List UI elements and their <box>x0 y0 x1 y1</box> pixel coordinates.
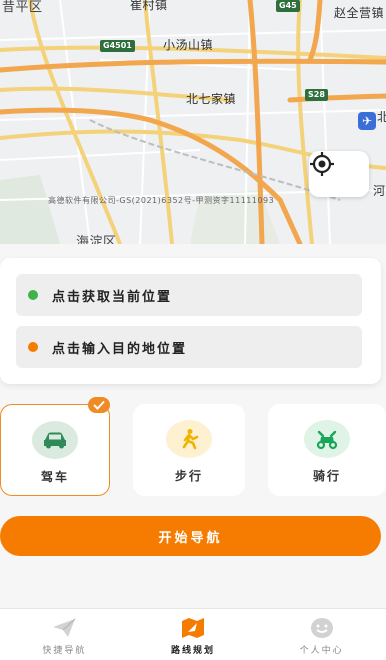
route-map-icon <box>180 617 206 639</box>
tab-route-planning[interactable]: 路线规划 <box>129 609 258 660</box>
current-location-field[interactable]: 点击获取当前位置 <box>16 274 362 316</box>
map-label-town: 北七家镇 <box>186 92 237 106</box>
map-label-district: 海淀区 <box>76 235 117 244</box>
map-label-town: 崔村镇 <box>130 0 168 12</box>
airplane-icon: ✈ <box>358 112 376 130</box>
mode-cycle-label: 骑行 <box>312 469 341 483</box>
locate-button[interactable] <box>309 151 369 197</box>
map-label-district: 昔平区 <box>2 0 43 15</box>
mode-drive[interactable]: 驾车 <box>0 397 110 496</box>
map-label-edge: 河 <box>373 184 386 198</box>
map-label-edge: 北 <box>377 110 386 124</box>
destination-label: 点击输入目的地位置 <box>52 341 188 357</box>
mode-drive-label: 驾车 <box>40 470 69 484</box>
road-shield: S28 <box>305 89 328 101</box>
walking-person-icon <box>166 420 212 458</box>
car-icon <box>32 421 78 459</box>
map-view[interactable]: 昔平区 崔村镇 赵全营镇 小汤山镇 北七家镇 海淀区 北 河 G4501 S28… <box>0 0 386 244</box>
orange-dot-icon <box>28 342 38 352</box>
mode-walk[interactable]: 步行 <box>133 404 245 496</box>
nav-label: 路线规划 <box>171 646 216 656</box>
road-shield: G45 <box>276 0 300 12</box>
map-label-town: 赵全营镇 <box>334 6 385 20</box>
scooter-icon <box>304 420 350 458</box>
map-copyright: 高德软件有限公司-GS(2021)6352号-甲测资字11111093 <box>48 196 275 205</box>
tab-personal-center[interactable]: 个人中心 <box>257 609 386 660</box>
nav-label: 个人中心 <box>299 646 344 656</box>
location-card: 点击获取当前位置 点击输入目的地位置 <box>0 258 381 384</box>
mode-cycle[interactable]: 骑行 <box>268 404 386 496</box>
paper-plane-icon <box>51 617 77 639</box>
map-label-town: 小汤山镇 <box>163 38 214 52</box>
bottom-nav: 快捷导航 路线规划 个人中心 <box>0 608 386 660</box>
mode-walk-label: 步行 <box>174 469 203 483</box>
tab-quick-navigation[interactable]: 快捷导航 <box>0 609 129 660</box>
start-navigation-button[interactable]: 开始导航 <box>0 516 381 556</box>
destination-field[interactable]: 点击输入目的地位置 <box>16 326 362 368</box>
smiley-face-icon <box>309 617 335 639</box>
nav-label: 快捷导航 <box>42 646 87 656</box>
current-location-label: 点击获取当前位置 <box>52 289 173 305</box>
locate-crosshair-icon <box>310 152 334 176</box>
road-shield: G4501 <box>100 40 135 52</box>
green-dot-icon <box>28 290 38 300</box>
checkmark-icon <box>88 397 110 413</box>
